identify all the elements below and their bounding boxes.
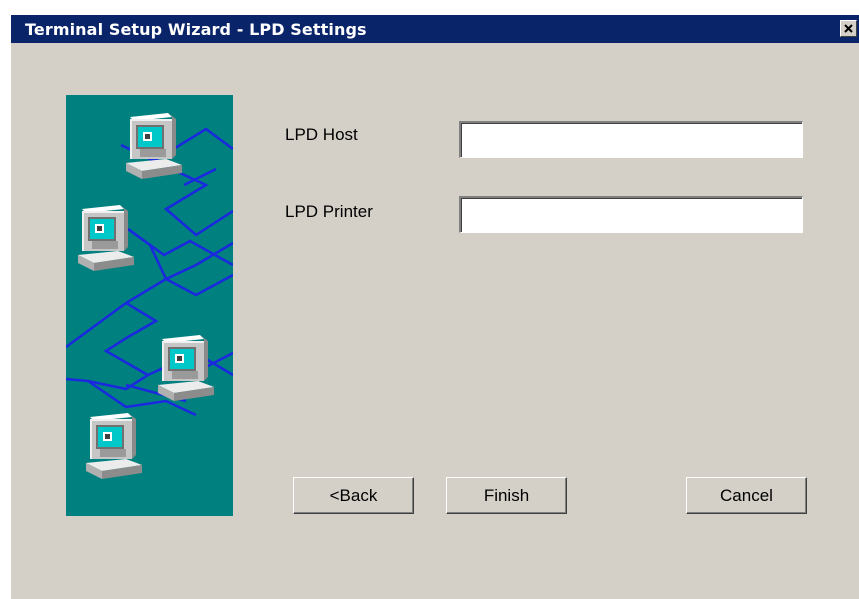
cancel-button[interactable]: Cancel <box>686 477 807 514</box>
lpd-printer-input[interactable] <box>459 196 803 233</box>
lpd-host-label: LPD Host <box>285 125 358 144</box>
wizard-window: Terminal Setup Wizard - LPD Settings LPD… <box>10 14 859 599</box>
close-icon <box>844 24 853 33</box>
window-title: Terminal Setup Wizard - LPD Settings <box>25 20 367 39</box>
network-computers-illustration <box>66 95 233 516</box>
title-bar[interactable]: Terminal Setup Wizard - LPD Settings <box>11 15 859 43</box>
back-button[interactable]: <Back <box>293 477 414 514</box>
close-button[interactable] <box>840 20 857 37</box>
lpd-host-input[interactable] <box>459 121 803 158</box>
lpd-printer-label: LPD Printer <box>285 202 373 221</box>
finish-button[interactable]: Finish <box>446 477 567 514</box>
